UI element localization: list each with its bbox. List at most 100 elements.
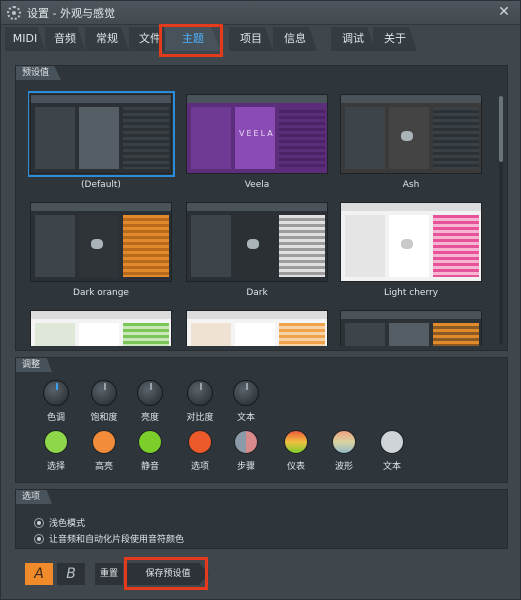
preset-thumbnail[interactable] xyxy=(186,310,328,346)
preset-thumbnail[interactable] xyxy=(186,202,328,282)
close-icon[interactable]: ✕ xyxy=(496,4,512,20)
window-title: 设置 - 外观与感觉 xyxy=(27,6,115,20)
preset-default[interactable]: (Default) xyxy=(28,91,175,190)
preset-thumbnail[interactable] xyxy=(30,202,172,282)
color-label: 选项 xyxy=(190,462,209,472)
color-swatch[interactable] xyxy=(380,430,404,454)
preset-light-cherry[interactable]: Light cherry xyxy=(340,202,482,298)
tab-file[interactable]: 文件 xyxy=(129,27,171,51)
tab-debug[interactable]: 调试 xyxy=(331,27,375,51)
settings-window: 设置 - 外观与感觉 ✕ MIDI 音频 常规 文件 主题 项目 信息 调试 关… xyxy=(0,0,521,600)
color-swatch[interactable] xyxy=(234,430,258,454)
preset-thumbnail[interactable] xyxy=(28,91,175,177)
color-swatch[interactable] xyxy=(138,430,162,454)
preset-partial-3[interactable] xyxy=(340,310,482,346)
tab-midi[interactable]: MIDI xyxy=(5,27,45,51)
knob-text[interactable]: 文本 xyxy=(222,380,270,423)
knob-saturation[interactable]: 饱和度 xyxy=(80,380,128,423)
preset-name: Dark xyxy=(246,288,268,298)
knob-dial[interactable] xyxy=(43,380,69,406)
color-label: 波形 xyxy=(334,462,353,472)
preset-name: Light cherry xyxy=(383,288,439,298)
options-panel: 选项 浅色模式 让音频和自动化片段使用音符颜色 xyxy=(15,489,508,549)
knob-brightness[interactable]: 亮度 xyxy=(126,380,174,423)
color-option[interactable]: 选项 xyxy=(176,430,224,472)
knob-label: 色调 xyxy=(46,413,65,423)
tab-info[interactable]: 信息 xyxy=(273,27,317,51)
tab-bar: MIDI 音频 常规 文件 主题 项目 信息 调试 关于 xyxy=(1,27,520,51)
color-highlight[interactable]: 高亮 xyxy=(80,430,128,472)
knob-label: 文本 xyxy=(236,413,255,423)
color-text[interactable]: 文本 xyxy=(368,430,416,472)
preset-slot-b-button[interactable]: B xyxy=(57,563,85,585)
tab-about[interactable]: 关于 xyxy=(373,27,417,51)
knob-label: 亮度 xyxy=(140,413,159,423)
option-note-colors[interactable]: 让音频和自动化片段使用音符颜色 xyxy=(34,532,184,545)
knob-row: 色调 饱和度 亮度 对比度 文本 xyxy=(16,380,507,426)
color-select[interactable]: 选择 xyxy=(32,430,80,472)
preset-slot-a-button[interactable]: A xyxy=(25,563,53,585)
preset-partial-2[interactable] xyxy=(186,310,328,346)
preset-dark[interactable]: Dark xyxy=(186,202,328,298)
knob-contrast[interactable]: 对比度 xyxy=(176,380,224,423)
tab-audio[interactable]: 音频 xyxy=(45,27,85,51)
gear-icon xyxy=(7,5,21,20)
preset-name: Ash xyxy=(402,180,420,190)
tab-general[interactable]: 常规 xyxy=(85,27,129,51)
color-step[interactable]: 步骤 xyxy=(222,430,270,472)
tab-project[interactable]: 项目 xyxy=(229,27,273,51)
knob-label: 对比度 xyxy=(186,413,214,423)
color-swatch[interactable] xyxy=(188,430,212,454)
presets-label: 预设值 xyxy=(16,66,62,80)
preset-partial-1[interactable] xyxy=(30,310,172,346)
tab-theme[interactable]: 主题 xyxy=(165,27,221,51)
color-label: 高亮 xyxy=(94,462,113,472)
knob-dial[interactable] xyxy=(233,380,259,406)
save-preset-button[interactable]: 保存预设值 xyxy=(127,563,209,585)
knob-hue[interactable]: 色调 xyxy=(32,380,80,423)
preset-wordmark: VEELA xyxy=(239,129,275,138)
preset-name: Dark orange xyxy=(73,288,129,298)
color-swatch[interactable] xyxy=(44,430,68,454)
preset-thumbnail[interactable] xyxy=(340,310,482,346)
color-waveform[interactable]: 波形 xyxy=(320,430,368,472)
adjust-label: 调整 xyxy=(16,358,53,372)
preset-thumbnail[interactable] xyxy=(340,94,482,174)
option-label: 浅色模式 xyxy=(49,519,86,529)
knob-label: 饱和度 xyxy=(90,413,118,423)
color-swatch[interactable] xyxy=(284,430,308,454)
presets-panel: 预设值 (Default) VEELA Veela Ash Dark orang… xyxy=(15,65,508,351)
color-label: 文本 xyxy=(382,462,401,472)
reset-button[interactable]: 重置 xyxy=(95,563,123,585)
scrollbar-thumb[interactable] xyxy=(499,96,503,162)
options-label: 选项 xyxy=(16,490,53,504)
radio-button[interactable] xyxy=(34,533,44,544)
color-label: 选择 xyxy=(46,462,65,472)
preset-thumbnail[interactable]: VEELA xyxy=(186,94,328,174)
color-label: 步骤 xyxy=(236,462,255,472)
color-label: 仪表 xyxy=(286,462,305,472)
knob-dial[interactable] xyxy=(137,380,163,406)
color-label: 静音 xyxy=(140,462,159,472)
knob-dial[interactable] xyxy=(187,380,213,406)
preset-veela[interactable]: VEELA Veela xyxy=(186,94,328,190)
option-light-mode[interactable]: 浅色模式 xyxy=(34,516,85,529)
preset-dark-orange[interactable]: Dark orange xyxy=(30,202,172,298)
color-swatch[interactable] xyxy=(332,430,356,454)
knob-dial[interactable] xyxy=(91,380,117,406)
presets-scrollbar[interactable] xyxy=(499,96,503,344)
color-mute[interactable]: 静音 xyxy=(126,430,174,472)
option-label: 让音频和自动化片段使用音符颜色 xyxy=(49,535,185,545)
color-row: 选择 高亮 静音 选项 步骤 仪表 波形 文本 xyxy=(16,430,507,476)
color-meter[interactable]: 仪表 xyxy=(272,430,320,472)
preset-name: Veela xyxy=(244,180,270,190)
preset-thumbnail[interactable] xyxy=(340,202,482,282)
radio-button[interactable] xyxy=(34,517,44,528)
preset-name: (Default) xyxy=(81,180,121,190)
color-swatch[interactable] xyxy=(92,430,116,454)
preset-ash[interactable]: Ash xyxy=(340,94,482,190)
preset-thumbnail[interactable] xyxy=(30,310,172,346)
adjust-panel: 调整 色调 饱和度 亮度 对比度 文本 选择 高亮 静音 选项 步骤 仪表 波形… xyxy=(15,357,508,483)
title-bar: 设置 - 外观与感觉 ✕ xyxy=(1,1,520,25)
preset-grid: (Default) VEELA Veela Ash Dark orange Da… xyxy=(28,90,490,346)
